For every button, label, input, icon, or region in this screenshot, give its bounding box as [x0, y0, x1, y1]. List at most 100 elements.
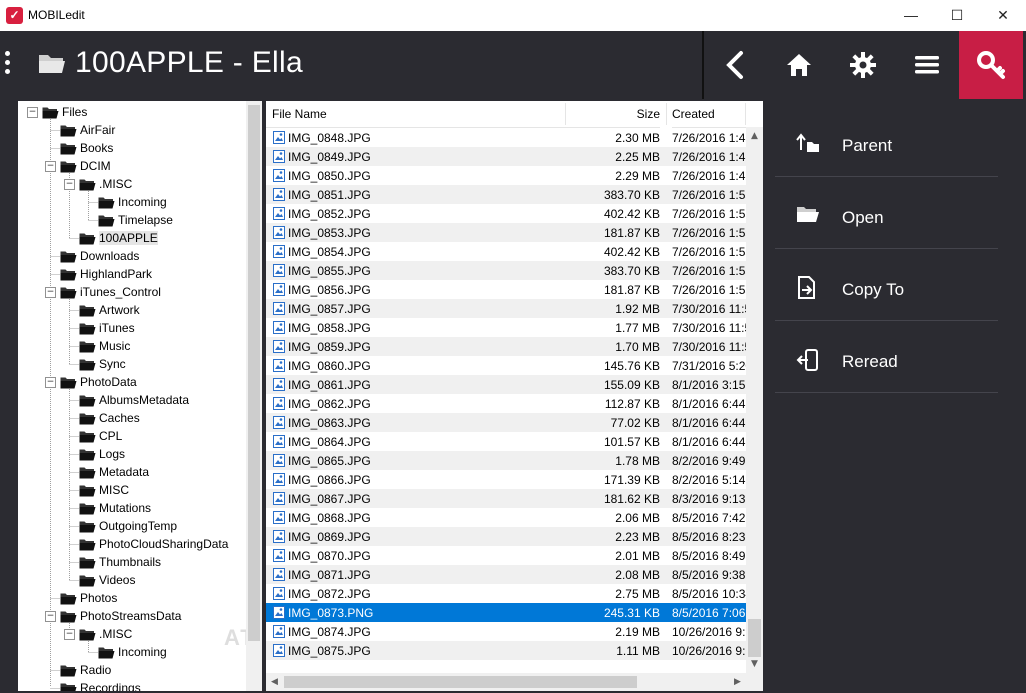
table-row[interactable]: IMG_0859.JPG 1.70 MB 7/30/2016 11:5: [266, 337, 746, 356]
table-row[interactable]: IMG_0866.JPG 171.39 KB 8/2/2016 5:14: [266, 470, 746, 489]
table-row[interactable]: IMG_0865.JPG 1.78 MB 8/2/2016 9:49: [266, 451, 746, 470]
table-row[interactable]: IMG_0872.JPG 2.75 MB 8/5/2016 10:34: [266, 584, 746, 603]
folder-icon: [79, 502, 96, 518]
maximize-button[interactable]: ☐: [934, 0, 980, 31]
column-separator[interactable]: [666, 103, 667, 125]
table-row[interactable]: IMG_0861.JPG 155.09 KB 8/1/2016 3:15: [266, 375, 746, 394]
tree-item-label: AirFair: [80, 123, 116, 137]
table-row[interactable]: IMG_0871.JPG 2.08 MB 8/5/2016 9:38: [266, 565, 746, 584]
column-header-file-name[interactable]: File Name: [266, 101, 572, 128]
folder-icon: [60, 250, 77, 266]
back-button[interactable]: [703, 31, 767, 99]
file-created-cell: 7/26/2016 1:55: [672, 226, 746, 240]
image-file-icon: [273, 435, 285, 451]
tree-item-label: Artwork: [99, 303, 140, 317]
action-copy-to[interactable]: Copy To: [775, 249, 998, 321]
tree-expander-icon[interactable]: −: [27, 107, 38, 118]
file-created-cell: 8/3/2016 9:13: [672, 492, 746, 506]
app-header: 100APPLE - Ella: [0, 31, 1026, 99]
file-size-cell: 2.19 MB: [615, 625, 660, 639]
file-size-cell: 171.39 KB: [603, 473, 660, 487]
table-row[interactable]: IMG_0858.JPG 1.77 MB 7/30/2016 11:5: [266, 318, 746, 337]
tree-expander-icon[interactable]: −: [45, 611, 56, 622]
tree-item-label: DCIM: [80, 159, 111, 173]
table-row[interactable]: IMG_0854.JPG 402.42 KB 7/26/2016 1:55: [266, 242, 746, 261]
folder-icon: [60, 124, 77, 140]
file-size-cell: 181.87 KB: [603, 283, 660, 297]
menu-button[interactable]: [895, 31, 959, 99]
table-row[interactable]: IMG_0874.JPG 2.19 MB 10/26/2016 9:: [266, 622, 746, 641]
table-row[interactable]: IMG_0869.JPG 2.23 MB 8/5/2016 8:23: [266, 527, 746, 546]
folder-icon: [79, 322, 96, 338]
tree-item-label: Thumbnails: [99, 555, 162, 569]
file-created-cell: 7/31/2016 5:20: [672, 359, 746, 373]
action-open[interactable]: Open: [775, 177, 998, 249]
table-row[interactable]: IMG_0852.JPG 402.42 KB 7/26/2016 1:55: [266, 204, 746, 223]
column-separator[interactable]: [745, 103, 746, 125]
file-name-cell: IMG_0857.JPG: [288, 302, 371, 316]
table-row[interactable]: IMG_0867.JPG 181.62 KB 8/3/2016 9:13: [266, 489, 746, 508]
folder-tree[interactable]: Files − AirFair Books DCIM − .MISC − Incoming Tim…: [18, 101, 262, 691]
column-header-created[interactable]: Created: [672, 101, 746, 128]
table-row[interactable]: IMG_0857.JPG 1.92 MB 7/30/2016 11:5: [266, 299, 746, 318]
action-reread[interactable]: Reread: [775, 321, 998, 393]
action-parent[interactable]: Parent: [775, 105, 998, 177]
table-row[interactable]: IMG_0864.JPG 101.57 KB 8/1/2016 6:44: [266, 432, 746, 451]
table-row[interactable]: IMG_0855.JPG 383.70 KB 7/26/2016 1:55: [266, 261, 746, 280]
tree-expander-icon[interactable]: −: [45, 287, 56, 298]
file-created-cell: 8/2/2016 5:14: [672, 473, 746, 487]
tree-expander-icon[interactable]: −: [45, 161, 56, 172]
file-name-cell: IMG_0862.JPG: [288, 397, 371, 411]
action-copy-to-label: Copy To: [842, 280, 905, 299]
table-row[interactable]: IMG_0863.JPG 77.02 KB 8/1/2016 6:44: [266, 413, 746, 432]
scroll-right-arrow-icon[interactable]: ▶: [734, 677, 741, 687]
minimize-button[interactable]: —: [888, 0, 934, 31]
table-row[interactable]: IMG_0868.JPG 2.06 MB 8/5/2016 7:42: [266, 508, 746, 527]
column-header-size[interactable]: Size: [566, 101, 660, 128]
table-row[interactable]: IMG_0875.JPG 1.11 MB 10/26/2016 9:: [266, 641, 746, 660]
tree-item-label: Photos: [80, 591, 118, 605]
close-button[interactable]: ✕: [980, 0, 1026, 31]
tree-expander-icon[interactable]: −: [64, 179, 75, 190]
scroll-left-arrow-icon[interactable]: ◀: [271, 677, 278, 687]
image-file-icon: [273, 606, 285, 622]
settings-button[interactable]: [831, 31, 895, 99]
file-size-cell: 2.30 MB: [615, 131, 660, 145]
tree-scrollbar-thumb[interactable]: [248, 105, 260, 641]
image-file-icon: [273, 587, 285, 603]
table-row[interactable]: IMG_0856.JPG 181.87 KB 7/26/2016 1:55: [266, 280, 746, 299]
table-row[interactable]: IMG_0849.JPG 2.25 MB 7/26/2016 1:47: [266, 147, 746, 166]
file-created-cell: 8/1/2016 6:44: [672, 416, 746, 430]
image-file-icon: [273, 169, 285, 185]
file-name-cell: IMG_0853.JPG: [288, 226, 371, 240]
tree-expander-icon[interactable]: −: [64, 629, 75, 640]
file-list-vertical-scrollbar[interactable]: [746, 127, 763, 691]
table-row[interactable]: IMG_0862.JPG 112.87 KB 8/1/2016 6:44: [266, 394, 746, 413]
file-created-cell: 10/26/2016 9:: [672, 644, 746, 658]
table-row[interactable]: IMG_0853.JPG 181.87 KB 7/26/2016 1:55: [266, 223, 746, 242]
open-folder-icon: [797, 207, 819, 222]
tree-item-label: MISC: [99, 483, 129, 497]
home-button[interactable]: [767, 31, 831, 99]
file-list[interactable]: File Name Size Created IMG_0848.JPG 2.30 …: [266, 101, 763, 691]
folder-icon: [79, 304, 96, 320]
scroll-up-arrow-icon[interactable]: ▲: [751, 131, 758, 141]
table-row[interactable]: IMG_0873.PNG 245.31 KB 8/5/2016 7:06: [266, 603, 746, 622]
action-panel: Parent Open Copy To Reread: [764, 101, 1026, 693]
file-list-horizontal-thumb[interactable]: [284, 676, 637, 688]
table-row[interactable]: IMG_0850.JPG 2.29 MB 7/26/2016 1:47: [266, 166, 746, 185]
key-button[interactable]: [959, 31, 1023, 99]
scroll-down-arrow-icon[interactable]: ▼: [751, 659, 758, 669]
file-name-cell: IMG_0871.JPG: [288, 568, 371, 582]
table-row[interactable]: IMG_0848.JPG 2.30 MB 7/26/2016 1:47: [266, 128, 746, 147]
file-created-cell: 10/26/2016 9:: [672, 625, 746, 639]
file-size-cell: 145.76 KB: [603, 359, 660, 373]
more-menu-icon[interactable]: [4, 51, 12, 81]
tree-expander-icon[interactable]: −: [45, 377, 56, 388]
file-size-cell: 2.75 MB: [615, 587, 660, 601]
table-row[interactable]: IMG_0870.JPG 2.01 MB 8/5/2016 8:49: [266, 546, 746, 565]
folder-icon: [79, 466, 96, 482]
file-list-vertical-thumb[interactable]: [748, 619, 761, 657]
table-row[interactable]: IMG_0860.JPG 145.76 KB 7/31/2016 5:20: [266, 356, 746, 375]
table-row[interactable]: IMG_0851.JPG 383.70 KB 7/26/2016 1:55: [266, 185, 746, 204]
